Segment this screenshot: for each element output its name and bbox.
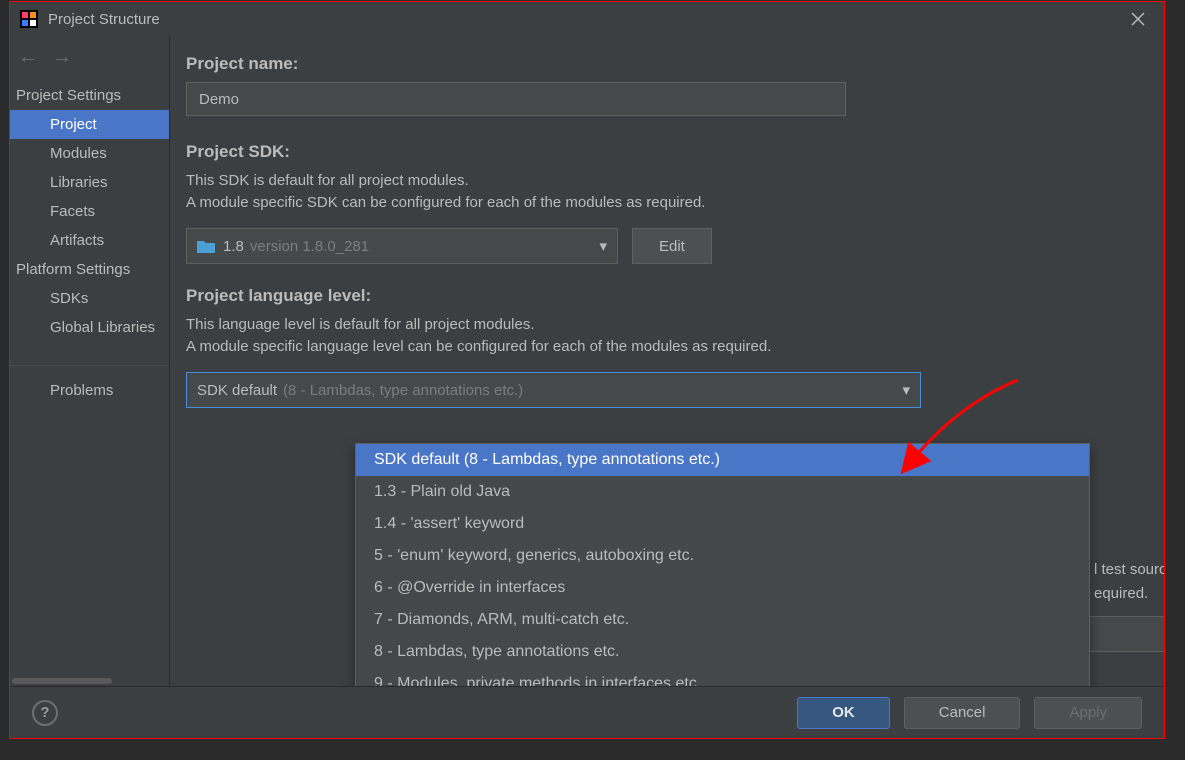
sidebar-item-modules[interactable]: Modules xyxy=(10,139,169,168)
main-panel: Project name: Project SDK: This SDK is d… xyxy=(170,36,1164,686)
language-level-option[interactable]: 7 - Diamonds, ARM, multi-catch etc. xyxy=(356,604,1089,636)
sidebar-item-artifacts[interactable]: Artifacts xyxy=(10,226,169,255)
project-sdk-value: 1.8 xyxy=(223,238,244,255)
language-level-dropdown[interactable]: SDK default (8 - Lambdas, type annotatio… xyxy=(355,443,1090,686)
language-level-option[interactable]: 6 - @Override in interfaces xyxy=(356,572,1089,604)
nav-back-icon[interactable]: ← xyxy=(18,46,38,69)
project-sdk-desc-1: This SDK is default for all project modu… xyxy=(186,170,1140,192)
sidebar-item-global-libraries[interactable]: Global Libraries xyxy=(10,313,169,342)
intellij-icon xyxy=(20,10,38,28)
cancel-button[interactable]: Cancel xyxy=(904,697,1021,729)
sidebar-item-project[interactable]: Project xyxy=(10,110,169,139)
sidebar-item-libraries[interactable]: Libraries xyxy=(10,168,169,197)
folder-icon xyxy=(197,239,215,253)
language-level-option[interactable]: 8 - Lambdas, type annotations etc. xyxy=(356,636,1089,668)
language-level-selected-prefix: SDK default xyxy=(197,382,277,399)
sidebar-item-sdks[interactable]: SDKs xyxy=(10,284,169,313)
help-button[interactable]: ? xyxy=(32,700,58,726)
sidebar-item-facets[interactable]: Facets xyxy=(10,197,169,226)
language-level-option[interactable]: 1.3 - Plain old Java xyxy=(356,476,1089,508)
nav-arrows: ← → xyxy=(10,36,169,81)
edit-sdk-button[interactable]: Edit xyxy=(632,228,712,264)
language-level-option[interactable]: 9 - Modules, private methods in interfac… xyxy=(356,668,1089,686)
language-level-combo[interactable]: SDK default (8 - Lambdas, type annotatio… xyxy=(186,372,921,408)
language-level-desc-2: A module specific language level can be … xyxy=(186,336,1140,358)
sidebar: ← → Project Settings Project Modules Lib… xyxy=(10,36,170,686)
language-level-option[interactable]: 5 - 'enum' keyword, generics, autoboxing… xyxy=(356,540,1089,572)
language-level-label: Project language level: xyxy=(186,286,1140,306)
chevron-down-icon: ▾ xyxy=(902,381,910,399)
sidebar-scrollbar-h[interactable] xyxy=(10,676,169,686)
project-sdk-combo[interactable]: 1.8 version 1.8.0_281 ▾ xyxy=(186,228,618,264)
chevron-down-icon: ▾ xyxy=(599,237,607,255)
nav-forward-icon[interactable]: → xyxy=(52,46,72,69)
compiler-output-desc-fragment-2: equired. xyxy=(1094,582,1148,606)
project-sdk-label: Project SDK: xyxy=(186,142,1140,162)
titlebar: Project Structure xyxy=(10,2,1164,36)
project-name-field[interactable] xyxy=(186,82,846,116)
sidebar-item-problems[interactable]: Problems xyxy=(10,376,169,405)
dialog-footer: ? OK Cancel Apply xyxy=(10,686,1164,738)
sidebar-group-platform-settings: Platform Settings xyxy=(10,255,169,284)
project-name-label: Project name: xyxy=(186,54,1140,74)
language-level-option[interactable]: 1.4 - 'assert' keyword xyxy=(356,508,1089,540)
dialog-title: Project Structure xyxy=(48,11,1122,28)
ok-button[interactable]: OK xyxy=(797,697,890,729)
language-level-selected-suffix: (8 - Lambdas, type annotations etc.) xyxy=(283,382,523,399)
compiler-output-field[interactable] xyxy=(1082,616,1164,652)
apply-button[interactable]: Apply xyxy=(1034,697,1142,729)
language-level-option[interactable]: SDK default (8 - Lambdas, type annotatio… xyxy=(356,444,1089,476)
close-button[interactable] xyxy=(1122,3,1154,35)
compiler-output-desc-fragment-1: l test sources, respectively. xyxy=(1094,558,1164,582)
sidebar-group-project-settings: Project Settings xyxy=(10,81,169,110)
project-structure-dialog: Project Structure ← → Project Settings P… xyxy=(9,1,1165,739)
project-sdk-version: version 1.8.0_281 xyxy=(250,238,369,255)
project-sdk-desc-2: A module specific SDK can be configured … xyxy=(186,192,1140,214)
language-level-desc-1: This language level is default for all p… xyxy=(186,314,1140,336)
